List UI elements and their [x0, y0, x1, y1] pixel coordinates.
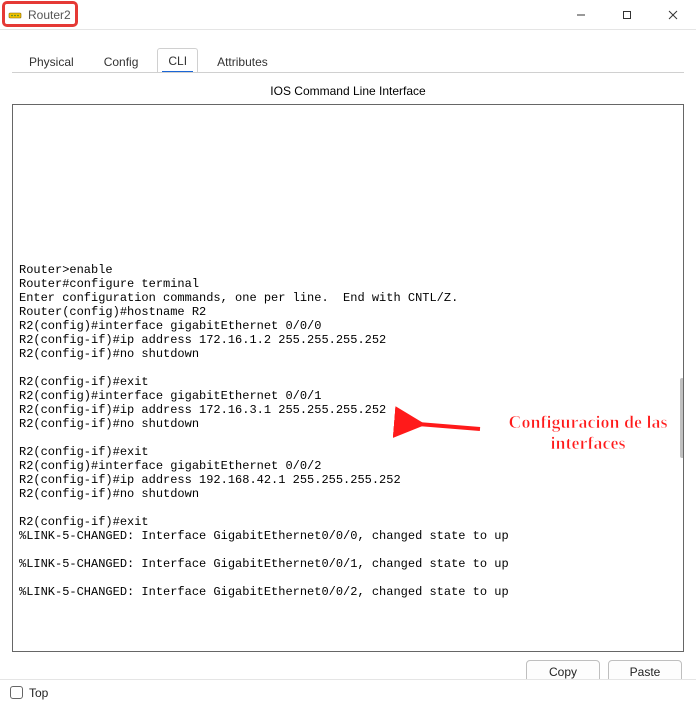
tab-bar: Physical Config CLI Attributes: [0, 30, 696, 73]
window-title: Router2: [28, 8, 71, 22]
tab-attributes[interactable]: Attributes: [206, 49, 279, 73]
tab-physical[interactable]: Physical: [18, 49, 85, 73]
close-button[interactable]: [650, 0, 696, 29]
cli-terminal[interactable]: Router>enable Router#configure terminal …: [12, 104, 684, 652]
top-checkbox[interactable]: [10, 686, 23, 699]
minimize-button[interactable]: [558, 0, 604, 29]
cli-panel: IOS Command Line Interface Router>enable…: [0, 74, 696, 684]
terminal-output: Router>enable Router#configure terminal …: [19, 109, 677, 599]
terminal-container: Router>enable Router#configure terminal …: [12, 104, 684, 652]
tab-cli[interactable]: CLI: [157, 48, 198, 73]
maximize-button[interactable]: [604, 0, 650, 29]
bottom-bar: Top: [0, 679, 696, 705]
scrollbar-thumb[interactable]: [680, 378, 684, 458]
titlebar: Router2: [0, 0, 696, 30]
window-controls: [558, 0, 696, 29]
tab-config[interactable]: Config: [93, 49, 150, 73]
router-icon: [8, 8, 22, 22]
panel-heading: IOS Command Line Interface: [12, 80, 684, 104]
top-checkbox-label: Top: [29, 686, 48, 700]
tab-divider: [12, 72, 684, 73]
